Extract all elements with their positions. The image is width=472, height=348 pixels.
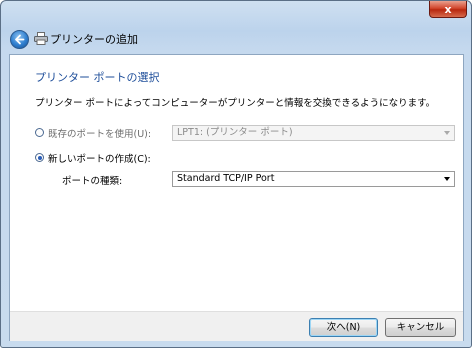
port-type-value: Standard TCP/IP Port: [177, 173, 275, 184]
close-button[interactable]: x: [429, 1, 467, 18]
chevron-down-icon: [444, 131, 450, 135]
printer-icon: [34, 32, 48, 45]
back-arrow-icon: [15, 34, 25, 45]
add-printer-window: x プリンターの追加 プリンター ポートの選択 プリンター ポートによってコンピ…: [0, 0, 472, 348]
radio-existing-port[interactable]: [35, 128, 44, 137]
page-heading: プリンター ポートの選択: [35, 71, 160, 84]
port-type-label: ポートの種類:: [62, 176, 123, 187]
cancel-button[interactable]: キャンセル: [385, 318, 456, 337]
radio-new-port[interactable]: [35, 153, 44, 162]
new-port-label[interactable]: 新しいポートの作成(C):: [48, 151, 151, 165]
page-description: プリンター ポートによってコンピューターがプリンターと情報を交換できるようになり…: [35, 98, 436, 109]
chevron-down-icon: [444, 177, 450, 181]
wizard-content: プリンター ポートの選択 プリンター ポートによってコンピューターがプリンターと…: [9, 54, 464, 341]
existing-port-label[interactable]: 既存のポートを使用(U):: [48, 126, 151, 140]
window-title: プリンターの追加: [50, 33, 138, 46]
existing-port-select[interactable]: LPT1: (プリンター ポート): [172, 125, 455, 141]
close-icon: x: [444, 2, 452, 16]
existing-port-value: LPT1: (プリンター ポート): [177, 127, 293, 138]
button-bar: 次へ(N) キャンセル: [10, 311, 463, 341]
port-type-select[interactable]: Standard TCP/IP Port: [172, 171, 455, 187]
back-button[interactable]: [10, 30, 29, 49]
next-button[interactable]: 次へ(N): [309, 318, 378, 337]
